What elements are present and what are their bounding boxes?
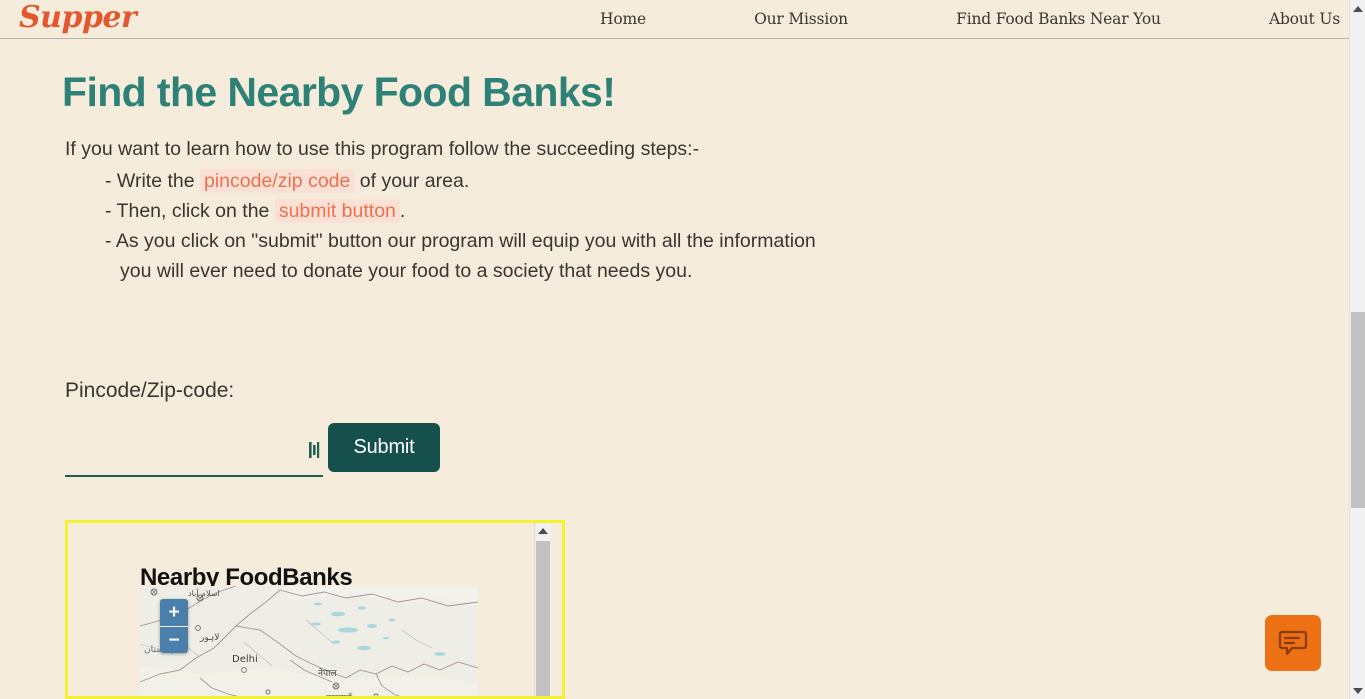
instructions-lead: If you want to learn how to use this pro… — [65, 138, 700, 160]
nav-item-home[interactable]: Home — [600, 10, 646, 28]
map-canvas[interactable]: اسلام آباد لاہور پاکستان Delhi नेपाल काठ… — [140, 586, 478, 699]
scroll-up-chevron-icon — [1353, 5, 1363, 12]
pincode-input[interactable] — [65, 429, 323, 477]
svg-text:नेपाल: नेपाल — [318, 667, 337, 679]
svg-text:Delhi: Delhi — [232, 654, 258, 665]
step2-prefix: - Then, click on the — [105, 200, 275, 222]
map-viewport[interactable]: اسلام آباد لاہور پاکستان Delhi नेपाल काठ… — [140, 586, 478, 699]
step2-suffix: . — [399, 200, 406, 222]
step3-prefix: - As you click on "submit" button our pr… — [105, 230, 816, 252]
page-scrollbar[interactable] — [1349, 0, 1365, 699]
chevron-up-icon — [538, 527, 548, 534]
chat-widget-button[interactable] — [1265, 615, 1321, 671]
step3-continuation: you will ever need to donate your food t… — [120, 260, 693, 282]
page-scroll-up-arrow[interactable] — [1350, 0, 1365, 17]
site-logo[interactable]: Supper — [19, 0, 137, 37]
instruction-step-3: - As you click on "submit" button our pr… — [105, 226, 816, 286]
chat-bubble-icon — [1278, 630, 1308, 656]
svg-text:لاہور: لاہور — [199, 633, 219, 643]
instruction-step-2: - Then, click on the submit button. — [105, 196, 816, 226]
page-root: Supper Home Our Mission Find Food Banks … — [0, 0, 1365, 699]
map-zoom-in-button[interactable]: + — [160, 599, 188, 626]
pincode-label: Pincode/Zip-code: — [65, 379, 235, 402]
card-scrollbar-thumb[interactable] — [536, 541, 550, 696]
card-scrollbar[interactable] — [534, 523, 551, 696]
instruction-step-1: - Write the pincode/zip code of your are… — [105, 166, 816, 196]
map-zoom-controls: + − — [160, 599, 188, 653]
site-header: Supper Home Our Mission Find Food Banks … — [0, 0, 1349, 39]
step1-suffix: of your area. — [354, 170, 470, 192]
pincode-form: Pincode/Zip-code: Submit — [65, 379, 440, 477]
nav-item-about-us[interactable]: About Us — [1269, 10, 1340, 28]
page-scrollbar-thumb[interactable] — [1351, 312, 1365, 508]
nav-item-find-food-banks[interactable]: Find Food Banks Near You — [956, 10, 1161, 28]
main-navigation: Home Our Mission Find Food Banks Near Yo… — [600, 0, 1340, 38]
nearby-foodbanks-card: Nearby FoodBanks اسلام آباد لاہور پاکستا… — [65, 520, 565, 699]
scroll-down-chevron-icon — [1353, 687, 1363, 694]
step1-highlight: pincode/zip code — [200, 169, 355, 193]
instructions-list: - Write the pincode/zip code of your are… — [65, 166, 816, 286]
svg-text:काठमाडौं: काठमाडौं — [326, 692, 353, 699]
main-content: Find the Nearby Food Banks! If you want … — [0, 39, 1349, 699]
submit-button[interactable]: Submit — [328, 423, 440, 472]
page-title: Find the Nearby Food Banks! — [62, 69, 616, 116]
page-scroll-down-arrow[interactable] — [1350, 682, 1365, 699]
svg-text:اسلام آباد: اسلام آباد — [188, 588, 220, 598]
instructions-block: If you want to learn how to use this pro… — [65, 134, 816, 286]
form-row: Submit — [65, 423, 440, 477]
map-zoom-out-button[interactable]: − — [160, 626, 188, 653]
card-scroll-up-arrow[interactable] — [535, 523, 551, 538]
nav-item-our-mission[interactable]: Our Mission — [754, 10, 848, 28]
step2-highlight: submit button — [274, 199, 400, 223]
step1-prefix: - Write the — [105, 170, 200, 192]
